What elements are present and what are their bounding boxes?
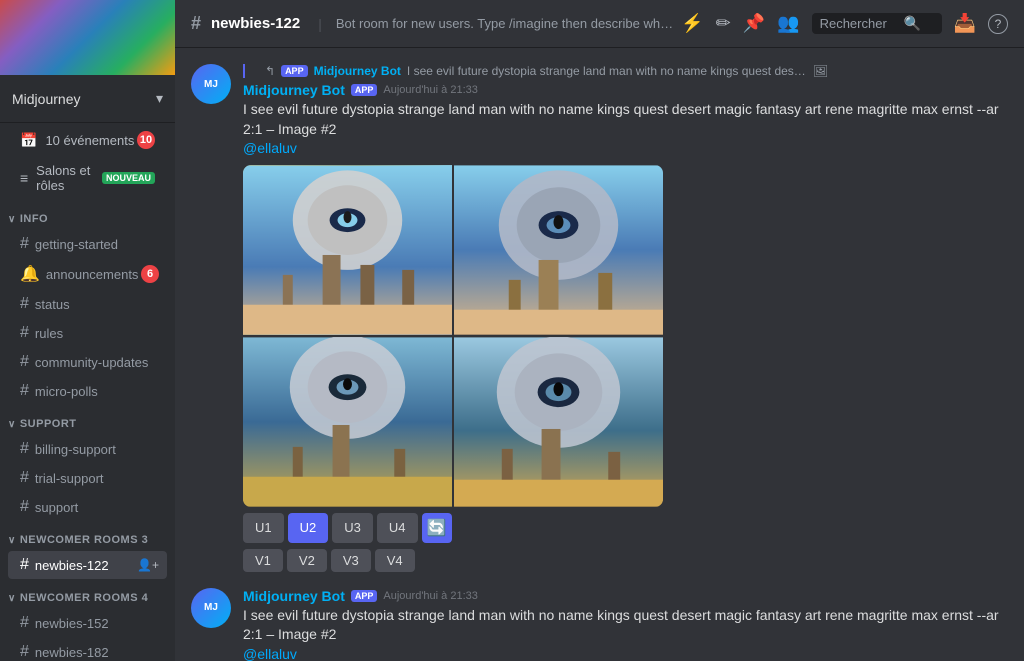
main-area: # newbies-122 | Bot room for new users. … — [175, 0, 1024, 661]
sidebar-channel-billing-support[interactable]: # billing-support — [8, 435, 167, 463]
image-grid-1 — [243, 165, 663, 507]
header-toolbar: ⚡ ✏ 📌 👥 🔍 📥 ? — [681, 13, 1008, 34]
hash-icon: 🔔 — [20, 264, 40, 284]
message-group-1: MJ ↰ APP Midjourney Bot I see evil futur… — [191, 64, 1008, 572]
sidebar-channel-status[interactable]: # status — [8, 290, 167, 318]
hash-icon: # — [20, 498, 29, 516]
category-support: SUPPORT — [0, 406, 175, 434]
refresh-button[interactable]: 🔄 — [422, 513, 452, 543]
threads-icon[interactable]: ⚡ — [681, 13, 703, 34]
bot-avatar-1: MJ — [191, 64, 231, 104]
members-icon[interactable]: 👥 — [777, 13, 799, 34]
sidebar-channel-rules[interactable]: # rules — [8, 319, 167, 347]
sidebar-channel-newbies-152[interactable]: # newbies-152 — [8, 609, 167, 637]
reply-text: I see evil future dystopia strange land … — [407, 64, 807, 78]
hash-icon: # — [20, 382, 29, 400]
v1-button[interactable]: V1 — [243, 549, 283, 572]
sidebar-channel-announcements[interactable]: 🔔 announcements 6 — [8, 259, 167, 289]
sidebar-channel-trial-support[interactable]: # trial-support — [8, 464, 167, 492]
sidebar-item-events[interactable]: 📅 10 événements 10 — [8, 125, 167, 155]
server-name: Midjourney — [12, 91, 80, 107]
mention-1: @ellaluv — [243, 140, 297, 156]
grid-image-4 — [454, 337, 663, 507]
sidebar: Midjourney ▾ 📅 10 événements 10 ≡ Salons… — [0, 0, 175, 661]
grid-image-3 — [243, 337, 452, 507]
search-icon: 🔍 — [904, 15, 921, 32]
server-header[interactable]: Midjourney ▾ — [0, 75, 175, 123]
header-divider: | — [318, 16, 322, 32]
message-timestamp-1: Aujourd'hui à 21:33 — [383, 84, 477, 96]
hash-icon: # — [20, 353, 29, 371]
message-content-1: ↰ APP Midjourney Bot I see evil future d… — [243, 64, 1008, 572]
sidebar-channel-micro-polls[interactable]: # micro-polls — [8, 377, 167, 405]
edit-icon[interactable]: ✏ — [716, 13, 731, 34]
v3-button[interactable]: V3 — [331, 549, 371, 572]
u2-button[interactable]: U2 — [288, 513, 329, 543]
hash-icon: # — [20, 440, 29, 458]
search-input[interactable] — [820, 16, 900, 31]
calendar-icon: 📅 — [20, 132, 37, 149]
message-author-2: Midjourney Bot — [243, 588, 345, 604]
category-newcomer-3: NEWCOMER ROOMS 3 — [0, 522, 175, 550]
sidebar-channel-newbies-182[interactable]: # newbies-182 — [8, 638, 167, 661]
search-box[interactable]: 🔍 — [812, 13, 942, 34]
message-content-2: Midjourney Bot APP Aujourd'hui à 21:33 I… — [243, 588, 1008, 661]
v2-button[interactable]: V2 — [287, 549, 327, 572]
bot-avatar-2: MJ — [191, 588, 231, 628]
mention-2: @ellaluv — [243, 646, 297, 661]
hash-icon: # — [20, 324, 29, 342]
category-newcomer-4: NEWCOMER ROOMS 4 — [0, 580, 175, 608]
message-header-2: Midjourney Bot APP Aujourd'hui à 21:33 — [243, 588, 1008, 604]
sidebar-channel-support[interactable]: # support — [8, 493, 167, 521]
help-icon[interactable]: ? — [988, 14, 1008, 34]
channel-header: # newbies-122 | Bot room for new users. … — [175, 0, 1024, 48]
server-banner — [0, 0, 175, 75]
uv-button-row-1: U1 U2 U3 U4 🔄 — [243, 513, 1008, 543]
message-author-1: Midjourney Bot — [243, 82, 345, 98]
message-timestamp-2: Aujourd'hui à 21:33 — [383, 590, 477, 602]
reply-preview: ↰ APP Midjourney Bot I see evil future d… — [243, 64, 1008, 78]
add-user-icon: 👤+ — [137, 558, 159, 572]
sidebar-scroll: 📅 10 événements 10 ≡ Salons et rôles NOU… — [0, 123, 175, 661]
roles-icon: ≡ — [20, 170, 28, 186]
hash-icon: # — [20, 469, 29, 487]
hash-icon: # — [20, 614, 29, 632]
sidebar-channel-newbies-122[interactable]: # newbies-122 👤+ — [8, 551, 167, 579]
hash-icon: # — [20, 235, 29, 253]
v4-button[interactable]: V4 — [375, 549, 415, 572]
channel-description: Bot room for new users. Type /imagine th… — [336, 16, 673, 31]
app-badge-2: APP — [351, 590, 378, 602]
u4-button[interactable]: U4 — [377, 513, 418, 543]
hash-icon: # — [20, 556, 29, 574]
message-header-1: Midjourney Bot APP Aujourd'hui à 21:33 — [243, 82, 1008, 98]
grid-image-1 — [243, 165, 452, 335]
image-icon: 🖼 — [813, 64, 828, 78]
message-text-2: I see evil future dystopia strange land … — [243, 606, 1008, 661]
sidebar-channel-community-updates[interactable]: # community-updates — [8, 348, 167, 376]
chevron-down-icon: ▾ — [156, 90, 163, 107]
sidebar-channel-getting-started[interactable]: # getting-started — [8, 230, 167, 258]
hash-icon: # — [20, 643, 29, 661]
app-badge: APP — [281, 65, 308, 77]
sidebar-item-roles[interactable]: ≡ Salons et rôles NOUVEAU — [8, 157, 167, 199]
channel-header-name: newbies-122 — [211, 15, 300, 32]
u3-button[interactable]: U3 — [332, 513, 373, 543]
u1-button[interactable]: U1 — [243, 513, 284, 543]
reply-author: Midjourney Bot — [314, 64, 401, 78]
inbox-icon[interactable]: 📥 — [954, 13, 976, 34]
category-info: INFO — [0, 201, 175, 229]
app-badge-1: APP — [351, 84, 378, 96]
hash-icon: # — [20, 295, 29, 313]
reply-arrow-icon: ↰ — [265, 64, 275, 78]
chat-area: MJ ↰ APP Midjourney Bot I see evil futur… — [175, 48, 1024, 661]
grid-image-2 — [454, 165, 663, 335]
pin-icon[interactable]: 📌 — [743, 13, 765, 34]
uv-button-row-2: V1 V2 V3 V4 — [243, 549, 1008, 572]
channel-hash-icon: # — [191, 13, 201, 34]
message-group-2: MJ Midjourney Bot APP Aujourd'hui à 21:3… — [191, 588, 1008, 661]
message-text-1: I see evil future dystopia strange land … — [243, 100, 1008, 159]
